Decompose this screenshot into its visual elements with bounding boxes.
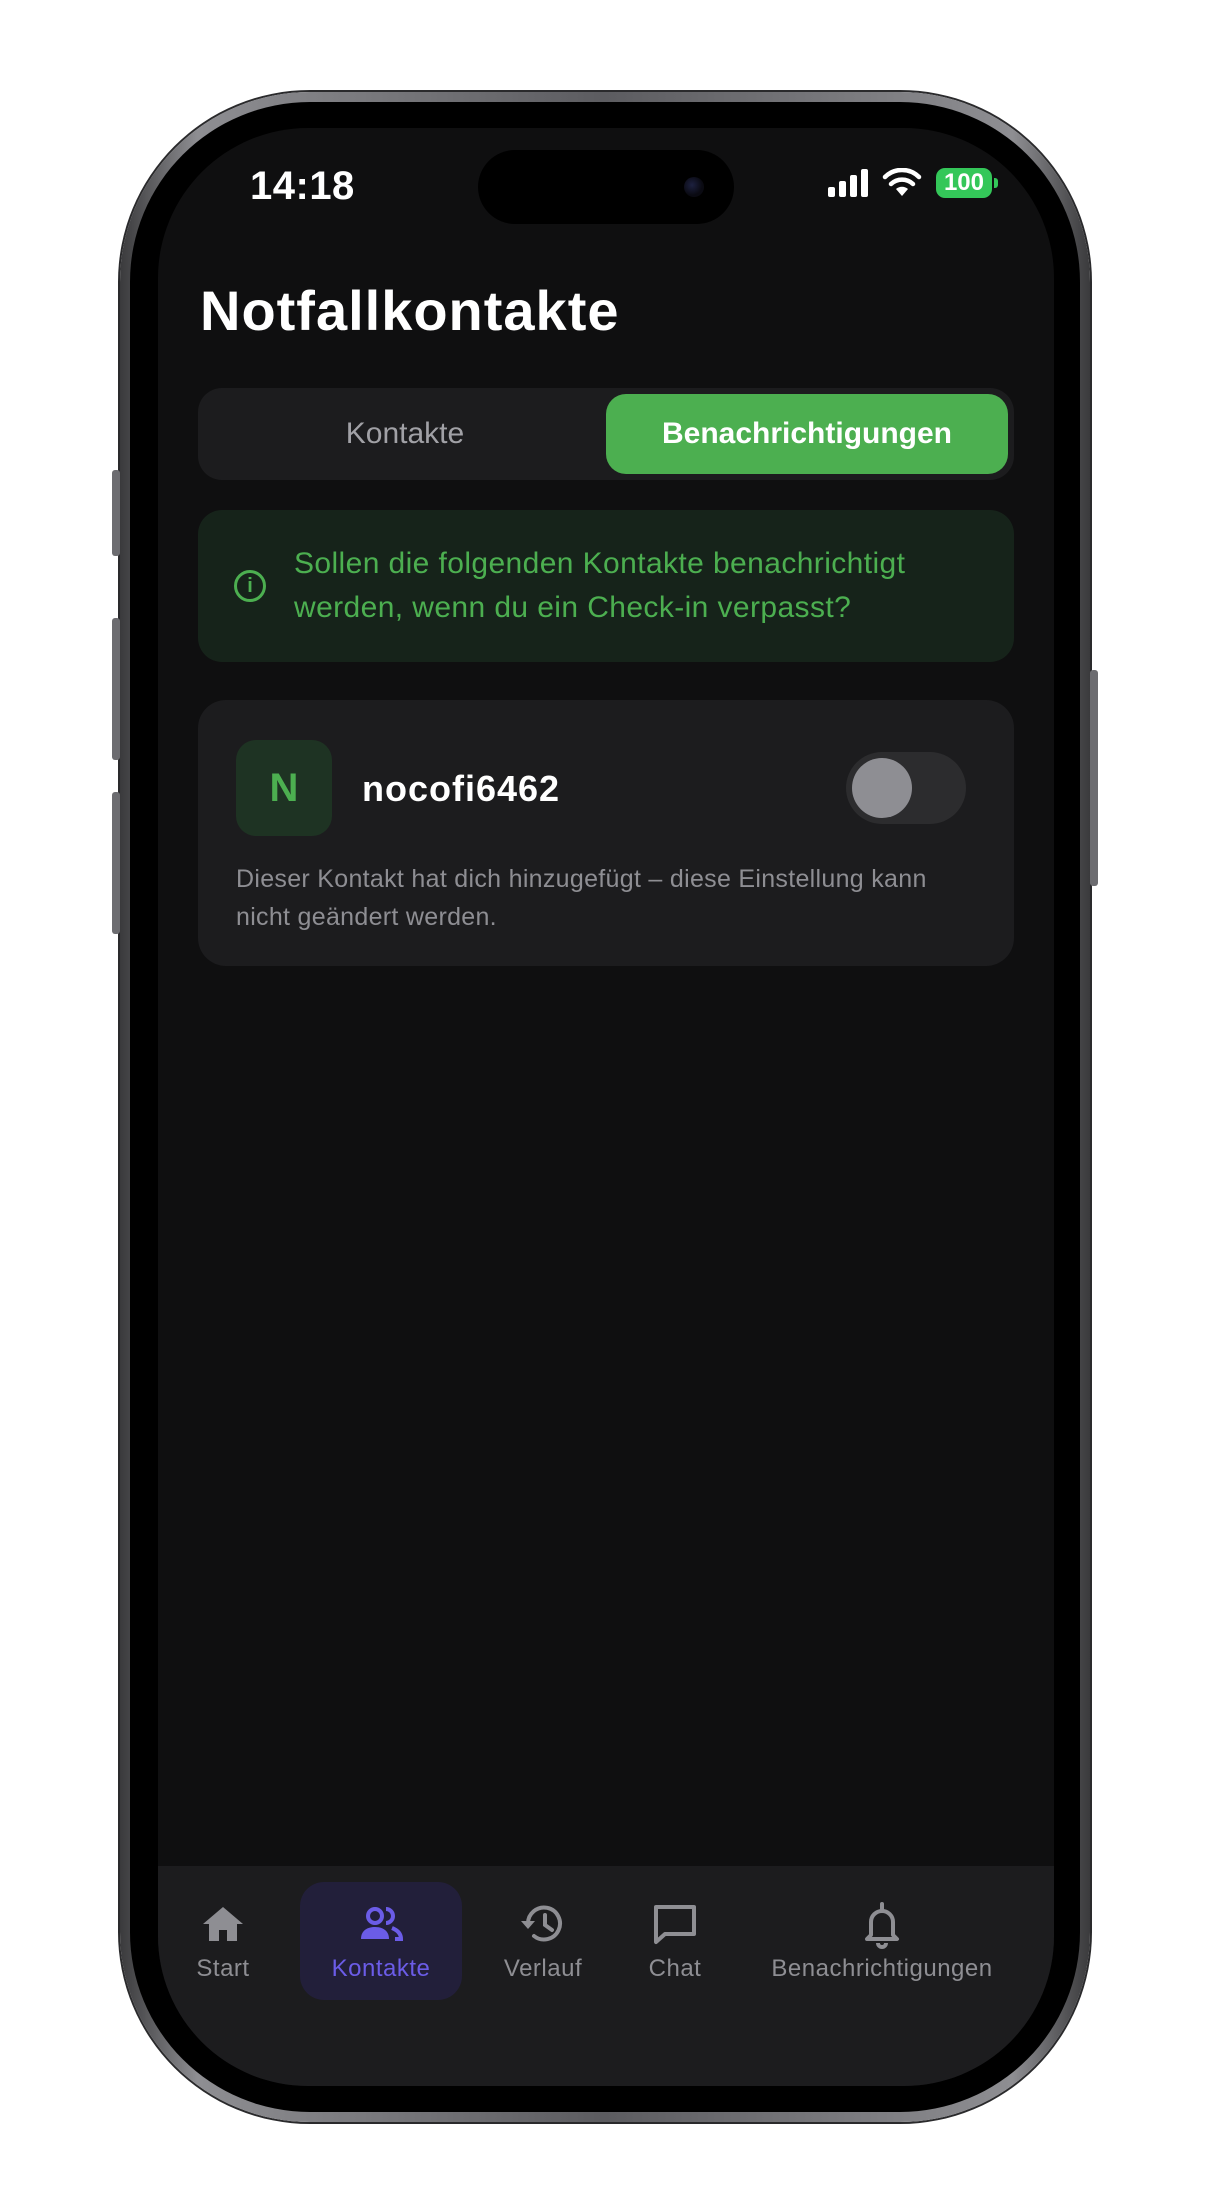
segmented-control: Kontakte Benachrichtigungen (198, 388, 1014, 480)
info-text: Sollen die folgenden Kontakte benachrich… (294, 547, 906, 624)
tab-benachrichtigungen[interactable]: Benachrichtigungen (606, 394, 1008, 474)
tabbar-item-kontakte[interactable]: Kontakte (300, 1882, 462, 2000)
battery-icon: 100 (935, 168, 998, 198)
status-time: 14:18 (250, 164, 355, 208)
battery-level: 100 (935, 168, 992, 198)
tabbar-label: Benachrichtigungen (771, 1955, 993, 1982)
tabbar-item-verlauf[interactable]: Verlauf (478, 1882, 608, 2000)
toggle-knob (852, 758, 912, 818)
avatar: N (236, 740, 332, 836)
contacts-icon (361, 1907, 404, 1941)
tab-kontakte[interactable]: Kontakte (204, 394, 606, 474)
volume-up-button (112, 618, 120, 760)
tabbar-item-chat[interactable]: Chat (620, 1882, 730, 2000)
volume-down-button (112, 792, 120, 934)
dynamic-island (478, 150, 734, 224)
bell-icon (865, 1902, 899, 1949)
notify-toggle[interactable] (846, 752, 966, 824)
chat-icon (654, 1905, 696, 1944)
tabbar-label: Start (196, 1955, 250, 1982)
tabbar-label: Kontakte (331, 1955, 431, 1982)
bottom-tab-bar: Start Kontakte Verlauf Chat Benachrichti… (158, 1866, 1054, 2086)
cellular-signal-icon (827, 169, 868, 197)
info-banner: i Sollen die folgenden Kontakte benachri… (198, 510, 1014, 662)
info-icon: i (234, 570, 266, 602)
tabbar-item-start[interactable]: Start (170, 1882, 276, 2000)
status-indicators: 100 (827, 168, 998, 198)
wifi-icon (882, 168, 922, 196)
power-button (1090, 670, 1098, 886)
action-button (112, 470, 120, 556)
contact-card: N nocofi6462 Dieser Kontakt hat dich hin… (198, 700, 1014, 966)
history-icon (521, 1905, 562, 1942)
screen: 14:18 100 Notfallkontakte Kontakte Benac… (158, 128, 1054, 2086)
page-title: Notfallkontakte (200, 279, 620, 342)
tabbar-label: Chat (648, 1955, 702, 1982)
contact-name: nocofi6462 (362, 768, 561, 809)
home-icon (203, 1907, 243, 1941)
camera-icon (684, 177, 704, 197)
tabbar-item-benachrichtigungen[interactable]: Benachrichtigungen (754, 1882, 1010, 2000)
contact-note: Dieser Kontakt hat dich hinzugefügt – di… (236, 865, 927, 931)
tabbar-label: Verlauf (503, 1955, 583, 1982)
